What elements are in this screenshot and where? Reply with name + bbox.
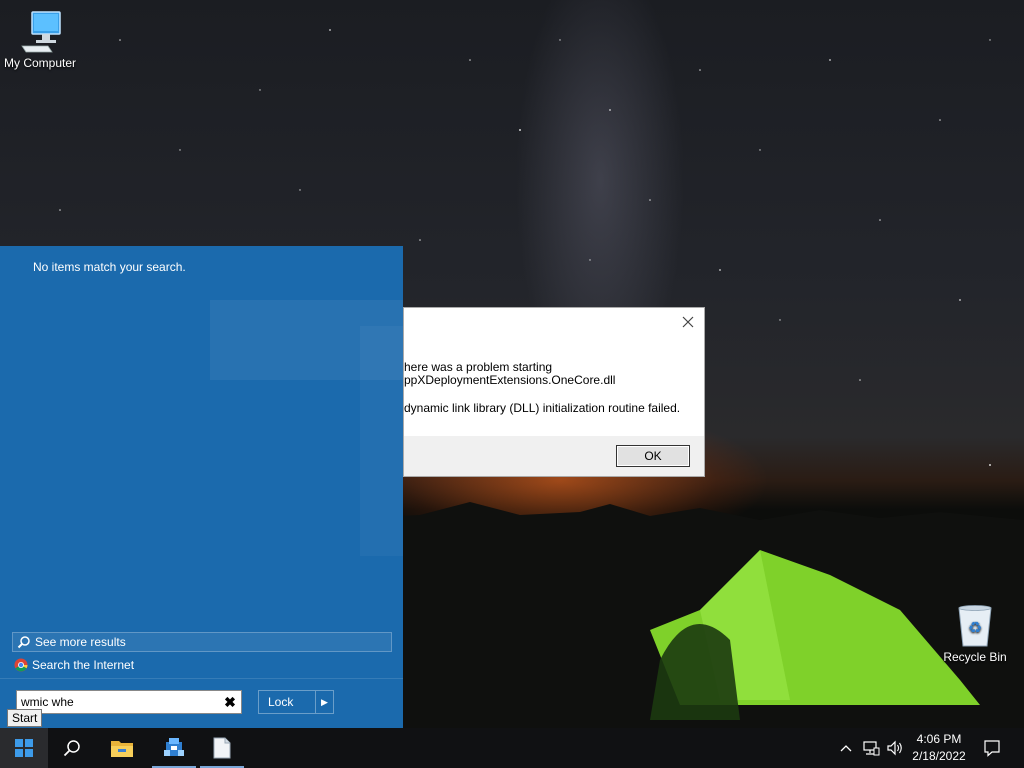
- search-internet-label: Search the Internet: [32, 658, 135, 672]
- taskbar: 4:06 PM 2/18/2022: [0, 728, 1024, 768]
- start-button[interactable]: [0, 728, 48, 768]
- divider: [0, 678, 403, 679]
- see-more-results-label: See more results: [35, 635, 126, 649]
- chrome-icon: [14, 658, 28, 672]
- volume-tray-button[interactable]: [884, 728, 906, 768]
- recycle-bin-icon: ♻: [958, 605, 992, 647]
- start-tooltip: Start: [7, 709, 43, 727]
- speaker-icon: [887, 740, 902, 756]
- no-results-message: No items match your search.: [33, 260, 186, 274]
- clear-search-icon[interactable]: ✖: [219, 694, 241, 711]
- search-icon: [63, 740, 80, 757]
- windows-logo-icon: [15, 739, 33, 757]
- document-icon: [213, 737, 231, 759]
- close-icon[interactable]: [680, 314, 696, 330]
- clock-date: 2/18/2022: [912, 749, 966, 763]
- network-icon: [863, 741, 880, 756]
- system-clock[interactable]: 4:06 PM 2/18/2022: [906, 731, 972, 765]
- power-options-arrow-icon[interactable]: ▶: [315, 691, 333, 713]
- error-detail: dynamic link library (DLL) initializatio…: [404, 401, 681, 415]
- taskbar-search-button[interactable]: [48, 728, 96, 768]
- lock-label: Lock: [268, 695, 294, 709]
- notification-icon: [984, 740, 1000, 757]
- my-computer-shortcut[interactable]: My Computer: [0, 10, 80, 70]
- chevron-up-icon: [840, 745, 852, 752]
- taskbar-file-explorer[interactable]: [98, 728, 146, 768]
- magnifier-icon: [17, 636, 30, 649]
- desktop-icon-label: My Computer: [3, 56, 77, 70]
- panel-backdrop: [360, 326, 403, 556]
- show-hidden-icons-button[interactable]: [836, 728, 856, 768]
- error-dialog: here was a problem starting ppXDeploymen…: [403, 307, 705, 477]
- taskbar-network-app[interactable]: [150, 728, 198, 768]
- error-line-2: ppXDeploymentExtensions.OneCore.dll: [404, 373, 616, 387]
- recycle-bin-shortcut[interactable]: ♻ Recycle Bin: [935, 604, 1015, 664]
- dialog-footer: OK: [404, 436, 704, 476]
- see-more-results-link[interactable]: See more results: [12, 632, 392, 652]
- error-message: here was a problem starting ppXDeploymen…: [404, 361, 615, 387]
- search-internet-link[interactable]: Search the Internet: [14, 656, 134, 674]
- taskbar-document[interactable]: [198, 728, 246, 768]
- search-input[interactable]: [17, 692, 219, 712]
- lock-button[interactable]: Lock ▶: [258, 690, 334, 714]
- file-explorer-icon: [111, 741, 133, 757]
- action-center-button[interactable]: [978, 728, 1006, 768]
- computer-icon: [21, 11, 61, 53]
- clock-time: 4:06 PM: [916, 732, 962, 746]
- network-tray-button[interactable]: [860, 728, 882, 768]
- ok-button[interactable]: OK: [616, 445, 690, 467]
- desktop-icon-label: Recycle Bin: [943, 650, 1007, 664]
- start-search-panel: No items match your search. See more res…: [0, 246, 403, 728]
- search-box: ✖: [16, 690, 242, 714]
- svg-text:♻: ♻: [968, 618, 982, 637]
- network-app-icon: [164, 738, 184, 756]
